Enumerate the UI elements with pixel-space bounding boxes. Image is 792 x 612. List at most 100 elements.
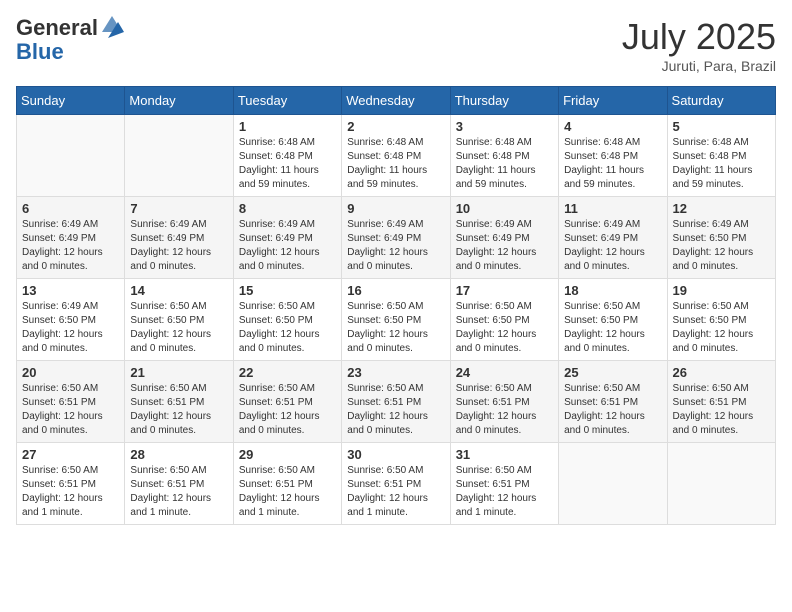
calendar-header-row: SundayMondayTuesdayWednesdayThursdayFrid… bbox=[17, 87, 776, 115]
day-number: 22 bbox=[239, 365, 336, 380]
day-info: Sunrise: 6:50 AM Sunset: 6:51 PM Dayligh… bbox=[22, 464, 119, 520]
day-info: Sunrise: 6:49 AM Sunset: 6:50 PM Dayligh… bbox=[673, 218, 770, 274]
calendar-cell: 21 Sunrise: 6:50 AM Sunset: 6:51 PM Dayli… bbox=[125, 361, 233, 443]
calendar-cell: 16 Sunrise: 6:50 AM Sunset: 6:50 PM Dayli… bbox=[342, 279, 450, 361]
calendar-cell: 2Sunrise: 6:48 AM Sunset: 6:48 PM Daylig… bbox=[342, 115, 450, 197]
location-subtitle: Juruti, Para, Brazil bbox=[622, 58, 776, 74]
day-number: 3 bbox=[456, 119, 553, 134]
calendar-cell: 26 Sunrise: 6:50 AM Sunset: 6:51 PM Dayli… bbox=[667, 361, 775, 443]
day-number: 18 bbox=[564, 283, 661, 298]
day-info: Sunrise: 6:50 AM Sunset: 6:50 PM Dayligh… bbox=[130, 300, 227, 356]
day-number: 20 bbox=[22, 365, 119, 380]
day-number: 8 bbox=[239, 201, 336, 216]
day-number: 29 bbox=[239, 447, 336, 462]
calendar-cell: 17Sunrise: 6:50 AM Sunset: 6:50 PM Dayli… bbox=[450, 279, 558, 361]
calendar-cell bbox=[559, 443, 667, 525]
day-number: 16 bbox=[347, 283, 444, 298]
calendar-cell bbox=[17, 115, 125, 197]
day-info: Sunrise: 6:49 AM Sunset: 6:49 PM Dayligh… bbox=[456, 218, 553, 274]
day-header-friday: Friday bbox=[559, 87, 667, 115]
day-info: Sunrise: 6:49 AM Sunset: 6:50 PM Dayligh… bbox=[22, 300, 119, 356]
calendar-week-row: 1 Sunrise: 6:48 AM Sunset: 6:48 PM Daylig… bbox=[17, 115, 776, 197]
page-header: General Blue July 2025 Juruti, Para, Bra… bbox=[16, 16, 776, 74]
day-info: Sunrise: 6:50 AM Sunset: 6:50 PM Dayligh… bbox=[347, 300, 444, 356]
calendar-cell: 25Sunrise: 6:50 AM Sunset: 6:51 PM Dayli… bbox=[559, 361, 667, 443]
day-info: Sunrise: 6:48 AM Sunset: 6:48 PM Dayligh… bbox=[673, 136, 770, 192]
day-number: 24 bbox=[456, 365, 553, 380]
logo-blue: Blue bbox=[16, 39, 64, 64]
day-info: Sunrise: 6:50 AM Sunset: 6:50 PM Dayligh… bbox=[673, 300, 770, 356]
calendar-cell: 15Sunrise: 6:50 AM Sunset: 6:50 PM Dayli… bbox=[233, 279, 341, 361]
day-number: 17 bbox=[456, 283, 553, 298]
day-info: Sunrise: 6:50 AM Sunset: 6:51 PM Dayligh… bbox=[239, 464, 336, 520]
calendar-cell: 3 Sunrise: 6:48 AM Sunset: 6:48 PM Daylig… bbox=[450, 115, 558, 197]
calendar-cell: 5Sunrise: 6:48 AM Sunset: 6:48 PM Daylig… bbox=[667, 115, 775, 197]
calendar-week-row: 6 Sunrise: 6:49 AM Sunset: 6:49 PM Daylig… bbox=[17, 197, 776, 279]
day-header-sunday: Sunday bbox=[17, 87, 125, 115]
day-number: 7 bbox=[130, 201, 227, 216]
calendar-cell: 22 Sunrise: 6:50 AM Sunset: 6:51 PM Dayli… bbox=[233, 361, 341, 443]
day-number: 10 bbox=[456, 201, 553, 216]
day-info: Sunrise: 6:48 AM Sunset: 6:48 PM Dayligh… bbox=[456, 136, 553, 192]
day-info: Sunrise: 6:50 AM Sunset: 6:51 PM Dayligh… bbox=[456, 382, 553, 438]
calendar-cell: 19 Sunrise: 6:50 AM Sunset: 6:50 PM Dayli… bbox=[667, 279, 775, 361]
month-title: July 2025 bbox=[622, 16, 776, 58]
calendar-cell bbox=[125, 115, 233, 197]
day-info: Sunrise: 6:49 AM Sunset: 6:49 PM Dayligh… bbox=[347, 218, 444, 274]
day-number: 13 bbox=[22, 283, 119, 298]
day-number: 19 bbox=[673, 283, 770, 298]
day-info: Sunrise: 6:50 AM Sunset: 6:51 PM Dayligh… bbox=[22, 382, 119, 438]
day-info: Sunrise: 6:49 AM Sunset: 6:49 PM Dayligh… bbox=[564, 218, 661, 274]
title-area: July 2025 Juruti, Para, Brazil bbox=[622, 16, 776, 74]
calendar-cell: 8 Sunrise: 6:49 AM Sunset: 6:49 PM Daylig… bbox=[233, 197, 341, 279]
logo: General Blue bbox=[16, 16, 124, 64]
day-header-thursday: Thursday bbox=[450, 87, 558, 115]
day-info: Sunrise: 6:50 AM Sunset: 6:51 PM Dayligh… bbox=[673, 382, 770, 438]
calendar-cell bbox=[667, 443, 775, 525]
calendar-cell: 9 Sunrise: 6:49 AM Sunset: 6:49 PM Daylig… bbox=[342, 197, 450, 279]
day-info: Sunrise: 6:49 AM Sunset: 6:49 PM Dayligh… bbox=[130, 218, 227, 274]
day-number: 15 bbox=[239, 283, 336, 298]
day-number: 6 bbox=[22, 201, 119, 216]
calendar-cell: 23Sunrise: 6:50 AM Sunset: 6:51 PM Dayli… bbox=[342, 361, 450, 443]
calendar-cell: 30Sunrise: 6:50 AM Sunset: 6:51 PM Dayli… bbox=[342, 443, 450, 525]
calendar-cell: 18 Sunrise: 6:50 AM Sunset: 6:50 PM Dayli… bbox=[559, 279, 667, 361]
day-header-wednesday: Wednesday bbox=[342, 87, 450, 115]
logo-icon bbox=[100, 12, 124, 40]
calendar-cell: 27 Sunrise: 6:50 AM Sunset: 6:51 PM Dayli… bbox=[17, 443, 125, 525]
day-number: 30 bbox=[347, 447, 444, 462]
day-number: 9 bbox=[347, 201, 444, 216]
day-number: 27 bbox=[22, 447, 119, 462]
calendar-table: SundayMondayTuesdayWednesdayThursdayFrid… bbox=[16, 86, 776, 525]
calendar-week-row: 20 Sunrise: 6:50 AM Sunset: 6:51 PM Dayli… bbox=[17, 361, 776, 443]
logo-general: General bbox=[16, 16, 98, 40]
calendar-week-row: 13 Sunrise: 6:49 AM Sunset: 6:50 PM Dayli… bbox=[17, 279, 776, 361]
calendar-cell: 10 Sunrise: 6:49 AM Sunset: 6:49 PM Dayli… bbox=[450, 197, 558, 279]
day-number: 1 bbox=[239, 119, 336, 134]
calendar-cell: 31Sunrise: 6:50 AM Sunset: 6:51 PM Dayli… bbox=[450, 443, 558, 525]
day-header-monday: Monday bbox=[125, 87, 233, 115]
day-number: 28 bbox=[130, 447, 227, 462]
day-info: Sunrise: 6:50 AM Sunset: 6:51 PM Dayligh… bbox=[130, 382, 227, 438]
day-number: 21 bbox=[130, 365, 227, 380]
day-info: Sunrise: 6:48 AM Sunset: 6:48 PM Dayligh… bbox=[347, 136, 444, 192]
day-number: 11 bbox=[564, 201, 661, 216]
calendar-week-row: 27 Sunrise: 6:50 AM Sunset: 6:51 PM Dayli… bbox=[17, 443, 776, 525]
day-header-saturday: Saturday bbox=[667, 87, 775, 115]
day-number: 23 bbox=[347, 365, 444, 380]
day-header-tuesday: Tuesday bbox=[233, 87, 341, 115]
day-number: 26 bbox=[673, 365, 770, 380]
day-info: Sunrise: 6:50 AM Sunset: 6:50 PM Dayligh… bbox=[564, 300, 661, 356]
calendar-cell: 14Sunrise: 6:50 AM Sunset: 6:50 PM Dayli… bbox=[125, 279, 233, 361]
day-info: Sunrise: 6:50 AM Sunset: 6:51 PM Dayligh… bbox=[130, 464, 227, 520]
calendar-cell: 4Sunrise: 6:48 AM Sunset: 6:48 PM Daylig… bbox=[559, 115, 667, 197]
calendar-cell: 13 Sunrise: 6:49 AM Sunset: 6:50 PM Dayli… bbox=[17, 279, 125, 361]
day-info: Sunrise: 6:48 AM Sunset: 6:48 PM Dayligh… bbox=[564, 136, 661, 192]
calendar-cell: 12 Sunrise: 6:49 AM Sunset: 6:50 PM Dayli… bbox=[667, 197, 775, 279]
day-number: 12 bbox=[673, 201, 770, 216]
day-info: Sunrise: 6:49 AM Sunset: 6:49 PM Dayligh… bbox=[22, 218, 119, 274]
calendar-cell: 7 Sunrise: 6:49 AM Sunset: 6:49 PM Daylig… bbox=[125, 197, 233, 279]
day-info: Sunrise: 6:50 AM Sunset: 6:51 PM Dayligh… bbox=[239, 382, 336, 438]
day-info: Sunrise: 6:49 AM Sunset: 6:49 PM Dayligh… bbox=[239, 218, 336, 274]
calendar-cell: 20 Sunrise: 6:50 AM Sunset: 6:51 PM Dayli… bbox=[17, 361, 125, 443]
